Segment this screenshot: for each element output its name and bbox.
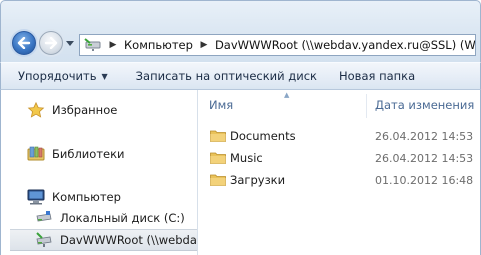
column-header-date-modified[interactable]: Дата изменения [375, 98, 474, 112]
nav-item-libraries[interactable]: Библиотеки [27, 143, 197, 165]
folder-icon [210, 152, 226, 164]
address-bar[interactable]: ▶ Компьютер ▶ DavWWWRoot (\\webdav.yande… [79, 34, 476, 56]
table-row[interactable]: Music 26.04.2012 14:53 [198, 148, 481, 168]
file-name: Загрузки [230, 173, 286, 187]
column-divider[interactable] [366, 94, 367, 118]
file-name: Music [230, 151, 263, 165]
folder-icon [210, 130, 226, 142]
window-chrome: ▶ Компьютер ▶ DavWWWRoot (\\webdav.yande… [0, 0, 481, 62]
file-name: Documents [230, 129, 296, 143]
nav-item-local-disk[interactable]: Локальный диск (C:) [35, 207, 197, 229]
breadcrumb-davwwwroot[interactable]: DavWWWRoot (\\webdav.yandex.ru@SSL) (W:) [211, 38, 475, 52]
sort-ascending-icon: ▲ [284, 91, 290, 99]
table-row[interactable]: Загрузки 01.10.2012 16:48 [198, 170, 481, 190]
table-row[interactable]: Documents 26.04.2012 14:53 [198, 126, 481, 146]
file-date: 26.04.2012 14:53 [375, 129, 474, 143]
back-arrow-icon [17, 37, 31, 49]
nav-item-label: Библиотеки [52, 147, 125, 161]
command-bar: Упорядочить ▼ Записать на оптический дис… [0, 62, 481, 90]
recent-pages-dropdown[interactable] [65, 38, 75, 48]
file-date: 01.10.2012 16:48 [375, 173, 474, 187]
nav-item-label: Локальный диск (C:) [60, 211, 185, 225]
nav-item-davwwwroot[interactable]: DavWWWRoot (\\webdav [10, 229, 198, 251]
column-header-name[interactable]: Имя [209, 98, 233, 112]
libraries-icon [27, 146, 45, 161]
nav-item-label: Компьютер [52, 190, 121, 204]
organize-label: Упорядочить [18, 69, 97, 83]
breadcrumb-separator[interactable]: ▶ [197, 40, 211, 50]
nav-item-label: Избранное [52, 103, 118, 117]
nav-item-computer[interactable]: Компьютер [27, 186, 197, 208]
breadcrumb-computer[interactable]: Компьютер [120, 38, 197, 52]
network-drive-icon [36, 232, 52, 247]
new-folder-label: Новая папка [338, 69, 416, 83]
organize-button[interactable]: Упорядочить ▼ [18, 65, 116, 87]
forward-button[interactable] [39, 31, 63, 55]
navigation-pane: Избранное Библиотеки Компьютер Локальный… [0, 90, 198, 255]
nav-item-favorites[interactable]: Избранное [27, 99, 197, 121]
breadcrumb-separator[interactable]: ▶ [106, 40, 120, 50]
burn-to-disc-button[interactable]: Записать на оптический диск [128, 65, 325, 87]
network-drive-icon [84, 38, 101, 51]
dropdown-arrow-icon: ▼ [101, 71, 108, 81]
hard-drive-icon [36, 211, 52, 222]
file-date: 26.04.2012 14:53 [375, 151, 474, 165]
computer-icon [27, 189, 45, 205]
forward-arrow-icon [44, 37, 58, 49]
back-button[interactable] [12, 31, 36, 55]
nav-item-label: DavWWWRoot (\\webdav [60, 233, 198, 247]
file-list: ▲ Имя Дата изменения Documents 26.04.201… [198, 90, 481, 255]
new-folder-button[interactable]: Новая папка [331, 65, 423, 87]
burn-label: Записать на оптический диск [135, 69, 317, 83]
chevron-down-icon [66, 40, 74, 46]
star-icon [27, 102, 45, 118]
folder-icon [210, 174, 226, 186]
